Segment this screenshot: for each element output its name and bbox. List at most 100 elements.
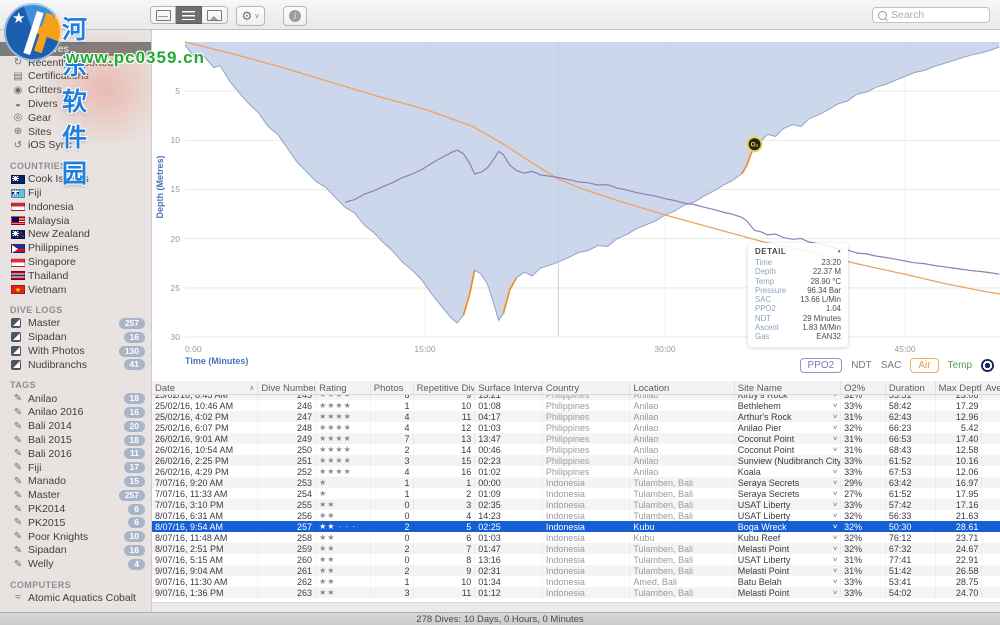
column-header-average-depth[interactable]: Average Depth xyxy=(982,381,1000,394)
site-dropdown-chevron-icon[interactable]: ∨ xyxy=(832,490,838,497)
site-dropdown-chevron-icon[interactable]: ∨ xyxy=(832,446,838,453)
table-row[interactable]: 7/07/16, 9:20 AM253★1100:00IndonesiaTula… xyxy=(152,477,1000,488)
table-row[interactable]: 8/07/16, 6:31 AM256★★0414:23IndonesiaTul… xyxy=(152,510,1000,521)
sidebar-item-bali-2016[interactable]: ✎Bali 201611 xyxy=(0,447,152,461)
sidebar-item-malaysia[interactable]: Malaysia xyxy=(0,214,152,228)
column-header-site-name[interactable]: Site Name xyxy=(735,381,841,394)
site-dropdown-chevron-icon[interactable]: ∨ xyxy=(832,567,838,574)
sidebar-item-anilao[interactable]: ✎Anilao18 xyxy=(0,392,152,406)
sidebar-item-cook-islands[interactable]: Cook Islands xyxy=(0,172,152,186)
table-row[interactable]: 26/02/16, 9:01 AM249★★★★71313:47Philippi… xyxy=(152,433,1000,444)
column-header-country[interactable]: Country xyxy=(543,381,631,394)
column-header-location[interactable]: Location xyxy=(630,381,734,394)
table-row[interactable]: 9/07/16, 9:04 AM261★★2902:31IndonesiaTul… xyxy=(152,565,1000,576)
sidebar-item-indonesia[interactable]: Indonesia xyxy=(0,200,152,214)
sidebar-item-gear[interactable]: ◎Gear xyxy=(0,111,152,125)
table-row[interactable]: 25/02/16, 6:07 PM248★★★★41201:03Philippi… xyxy=(152,422,1000,433)
site-dropdown-chevron-icon[interactable]: ∨ xyxy=(832,523,838,530)
column-header-o2[interactable]: O2% xyxy=(841,381,886,394)
column-header-rating[interactable]: Rating xyxy=(316,381,371,394)
sidebar-item-with-photos[interactable]: With Photos130 xyxy=(0,344,152,358)
sidebar-item-poor-knights[interactable]: ✎Poor Knights10 xyxy=(0,530,152,544)
photo-view-button[interactable] xyxy=(202,6,228,24)
table-row[interactable]: 26/02/16, 10:54 AM250★★★★21400:46Philipp… xyxy=(152,444,1000,455)
sidebar-item-certifications[interactable]: ▤Certifications xyxy=(0,70,152,84)
sidebar-item-divers[interactable]: ◒Divers xyxy=(0,97,152,111)
table-row[interactable]: 25/02/16, 8:45 AM245★★★★6913:21Philippin… xyxy=(152,395,1000,400)
chart-toggle-sac[interactable]: SAC xyxy=(881,359,902,372)
site-dropdown-chevron-icon[interactable]: ∨ xyxy=(832,501,838,508)
site-dropdown-chevron-icon[interactable]: ∨ xyxy=(832,512,838,519)
table-row[interactable]: 7/07/16, 3:10 PM255★★0302:35IndonesiaTul… xyxy=(152,499,1000,510)
table-row-selected[interactable]: 8/07/16, 9:54 AM257★★ · · ·2502:25Indone… xyxy=(152,521,1000,532)
chart-toggle-air[interactable]: Air xyxy=(910,358,938,373)
sidebar-item-new-zealand[interactable]: New Zealand xyxy=(0,228,152,242)
column-header-duration[interactable]: Duration xyxy=(886,381,936,394)
action-menu-button[interactable]: ⚙ ∨ xyxy=(236,6,265,26)
site-dropdown-chevron-icon[interactable]: ∨ xyxy=(832,402,838,409)
sidebar-item-pk2014[interactable]: ✎PK20146 xyxy=(0,502,152,516)
site-dropdown-chevron-icon[interactable]: ∨ xyxy=(832,435,838,442)
site-dropdown-chevron-icon[interactable]: ∨ xyxy=(832,424,838,431)
chart-toggle-temp[interactable]: Temp xyxy=(948,359,972,372)
column-header-date[interactable]: Date∧ xyxy=(152,381,258,394)
sidebar-item-welly[interactable]: ✎Welly4 xyxy=(0,557,152,571)
sidebar-item-fiji[interactable]: ✎Fiji17 xyxy=(0,461,152,475)
sidebar-item-fiji[interactable]: Fiji xyxy=(0,186,152,200)
sidebar-item-all-dives[interactable]: ▣All Dives xyxy=(0,42,152,56)
table-row[interactable]: 26/02/16, 2:25 PM251★★★★31502:23Philippi… xyxy=(152,455,1000,466)
table-row[interactable]: 9/07/16, 1:36 PM263★★31101:12IndonesiaTu… xyxy=(152,587,1000,598)
table-row[interactable]: 9/07/16, 11:30 AM262★★11001:34IndonesiaA… xyxy=(152,576,1000,587)
site-dropdown-chevron-icon[interactable]: ∨ xyxy=(832,468,838,475)
sidebar-item-sipadan[interactable]: ✎Sipadan16 xyxy=(0,544,152,558)
sidebar-item-singapore[interactable]: Singapore xyxy=(0,255,152,269)
sidebar-item-bali-2015[interactable]: ✎Bali 201518 xyxy=(0,433,152,447)
list-view-button[interactable] xyxy=(176,6,202,24)
card-view-button[interactable] xyxy=(150,6,176,24)
table-row[interactable]: 9/07/16, 5:15 AM260★★0813:16IndonesiaTul… xyxy=(152,554,1000,565)
table-body[interactable]: 25/02/16, 8:45 AM245★★★★6913:21Philippin… xyxy=(152,395,1000,602)
sidebar-item-anilao-2016[interactable]: ✎Anilao 201616 xyxy=(0,406,152,420)
search-input[interactable]: Search xyxy=(872,7,990,23)
table-row[interactable]: 25/02/16, 10:46 AM246★★★★11001:08Philipp… xyxy=(152,400,1000,411)
sidebar-item-sipadan[interactable]: Sipadan16 xyxy=(0,330,152,344)
column-header-max-depth[interactable]: Max Depth xyxy=(936,381,983,394)
site-dropdown-chevron-icon[interactable]: ∨ xyxy=(832,589,838,596)
column-header-dive-number[interactable]: Dive Number xyxy=(258,381,316,394)
column-header-repetitive-dive[interactable]: Repetitive Dive xyxy=(414,381,476,394)
sidebar-item-bali-2014[interactable]: ✎Bali 201420 xyxy=(0,419,152,433)
table-row[interactable]: 25/02/16, 4:02 PM247★★★★41104:17Philippi… xyxy=(152,411,1000,422)
column-header-photos[interactable]: Photos xyxy=(371,381,414,394)
site-dropdown-chevron-icon[interactable]: ∨ xyxy=(832,413,838,420)
table-row[interactable]: 8/07/16, 11:48 AM258★★0601:03IndonesiaKu… xyxy=(152,532,1000,543)
sidebar-item-atomic-aquatics-cobalt[interactable]: ≈Atomic Aquatics Cobalt xyxy=(0,591,152,605)
info-button[interactable]: i xyxy=(283,6,307,26)
sidebar-item-vietnam[interactable]: ★Vietnam xyxy=(0,283,152,297)
site-dropdown-chevron-icon[interactable]: ∨ xyxy=(832,556,838,563)
sidebar-item-nudibranchs[interactable]: Nudibranchs41 xyxy=(0,358,152,372)
sidebar-item-sites[interactable]: ⊕Sites xyxy=(0,125,152,139)
sidebar-item-ios-sync[interactable]: ↺iOS Sync xyxy=(0,139,152,153)
table-row[interactable]: 8/07/16, 2:51 PM259★★2701:47IndonesiaTul… xyxy=(152,543,1000,554)
chart-toggle-ndt[interactable]: NDT xyxy=(851,359,872,372)
site-dropdown-chevron-icon[interactable]: ∨ xyxy=(832,534,838,541)
column-header-surface-interval[interactable]: Surface Interval xyxy=(475,381,543,394)
chart-options-circle-button[interactable] xyxy=(981,359,994,372)
sidebar-item-thailand[interactable]: Thailand xyxy=(0,269,152,283)
chart-toggle-ppo2[interactable]: PPO2 xyxy=(800,358,843,373)
table-row[interactable]: 26/02/16, 4:29 PM252★★★★41601:02Philippi… xyxy=(152,466,1000,477)
sidebar-item-philippines[interactable]: Philippines xyxy=(0,241,152,255)
site-dropdown-chevron-icon[interactable]: ∨ xyxy=(832,545,838,552)
dive-profile-plot[interactable]: O₂ xyxy=(152,30,1000,360)
sidebar-item-master[interactable]: Master257 xyxy=(0,317,152,331)
sidebar-item-pk2015[interactable]: ✎PK20156 xyxy=(0,516,152,530)
table-row[interactable]: 7/07/16, 11:33 AM254★1201:09IndonesiaTul… xyxy=(152,488,1000,499)
sidebar-item-recently-imported[interactable]: ↻Recently Imported xyxy=(0,56,152,70)
sidebar-item-master[interactable]: ✎Master257 xyxy=(0,488,152,502)
sidebar-item-manado[interactable]: ✎Manado15 xyxy=(0,475,152,489)
site-dropdown-chevron-icon[interactable]: ∨ xyxy=(832,578,838,585)
site-dropdown-chevron-icon[interactable]: ∨ xyxy=(832,395,838,398)
sidebar-item-critters[interactable]: ◉Critters xyxy=(0,83,152,97)
site-dropdown-chevron-icon[interactable]: ∨ xyxy=(832,479,838,486)
o2-event-marker[interactable]: O₂ xyxy=(748,137,762,151)
